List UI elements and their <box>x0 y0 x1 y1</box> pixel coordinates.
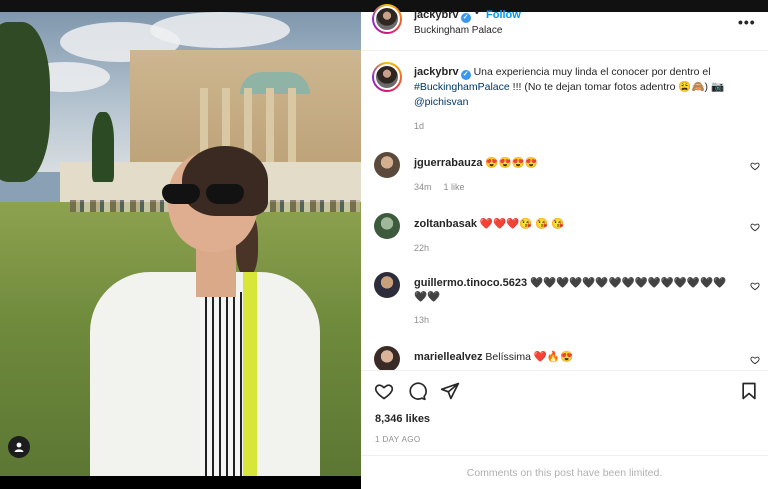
verified-badge-icon: ✓ <box>460 13 471 23</box>
separator-dot: • <box>475 7 479 19</box>
comment-username[interactable]: zoltanbasak <box>414 218 477 230</box>
verified-badge-icon: ✓ <box>460 70 471 80</box>
post-actions-bar <box>361 370 768 410</box>
comment-text: 😍😍😍😍 <box>485 157 538 169</box>
instagram-post-window: jackybrv ✓ • Follow Buckingham Palace •••… <box>0 0 768 489</box>
comment-time: 34m <box>414 182 432 192</box>
more-options-button[interactable]: ••• <box>738 14 756 30</box>
caption-username[interactable]: jackybrv ✓ <box>414 66 471 80</box>
avatar[interactable] <box>374 272 400 298</box>
sunglasses <box>162 184 248 204</box>
tree <box>0 22 50 182</box>
comment-text: ❤️❤️❤️😘 😘 😘 <box>479 218 565 230</box>
likes-count[interactable]: 8,346 likes <box>375 413 430 425</box>
person-tag-icon <box>14 442 24 452</box>
heart-icon[interactable] <box>750 281 760 291</box>
mention-link[interactable]: @pichisvan <box>414 96 468 108</box>
comments-list[interactable]: jackybrv ✓ Una experiencia muy linda el c… <box>361 52 768 370</box>
camera-icon: 📷 <box>710 81 725 93</box>
post-date: 1 DAY AGO <box>375 435 421 444</box>
comment-time: 22h <box>414 243 430 253</box>
comment-time: 13h <box>414 315 430 325</box>
post-header: jackybrv ✓ • Follow Buckingham Palace ••• <box>361 4 768 51</box>
bookmark-icon[interactable] <box>739 381 759 401</box>
avatar[interactable] <box>374 213 400 239</box>
heart-icon[interactable] <box>750 355 760 365</box>
post-side-panel: jackybrv ✓ • Follow Buckingham Palace •••… <box>361 4 768 489</box>
heart-icon[interactable] <box>374 381 394 401</box>
comment-username[interactable]: mariellealvez <box>414 351 483 363</box>
paper-plane-icon[interactable] <box>440 381 460 401</box>
avatar[interactable] <box>372 4 402 34</box>
avatar[interactable] <box>374 152 400 178</box>
comments-limited-notice: Comments on this post have been limited. <box>361 455 768 489</box>
heart-icon[interactable] <box>750 222 760 232</box>
tree <box>92 112 114 182</box>
author-username[interactable]: jackybrv ✓ <box>414 9 471 23</box>
comment-username[interactable]: guillermo.tinoco.5623 <box>414 277 527 289</box>
location-link[interactable]: Buckingham Palace <box>414 25 502 36</box>
avatar[interactable] <box>374 346 400 370</box>
comment-username[interactable]: jguerrabauza <box>414 157 482 169</box>
comment-text: Belíssima ❤️🔥😍 <box>485 351 574 363</box>
follow-button[interactable]: Follow <box>486 9 521 21</box>
avatar[interactable] <box>372 62 402 92</box>
hashtag-link[interactable]: #BuckinghamPalace <box>414 81 510 93</box>
post-caption: jackybrv ✓ Una experiencia muy linda el c… <box>414 66 725 108</box>
caption-time: 1d <box>414 121 425 131</box>
comment-icon[interactable] <box>407 381 427 401</box>
post-photo[interactable] <box>0 12 361 476</box>
yellow-strap <box>243 272 257 476</box>
heart-icon[interactable] <box>750 161 760 171</box>
tagged-people-button[interactable] <box>8 436 30 458</box>
comment-likes[interactable]: 1 like <box>444 182 465 192</box>
